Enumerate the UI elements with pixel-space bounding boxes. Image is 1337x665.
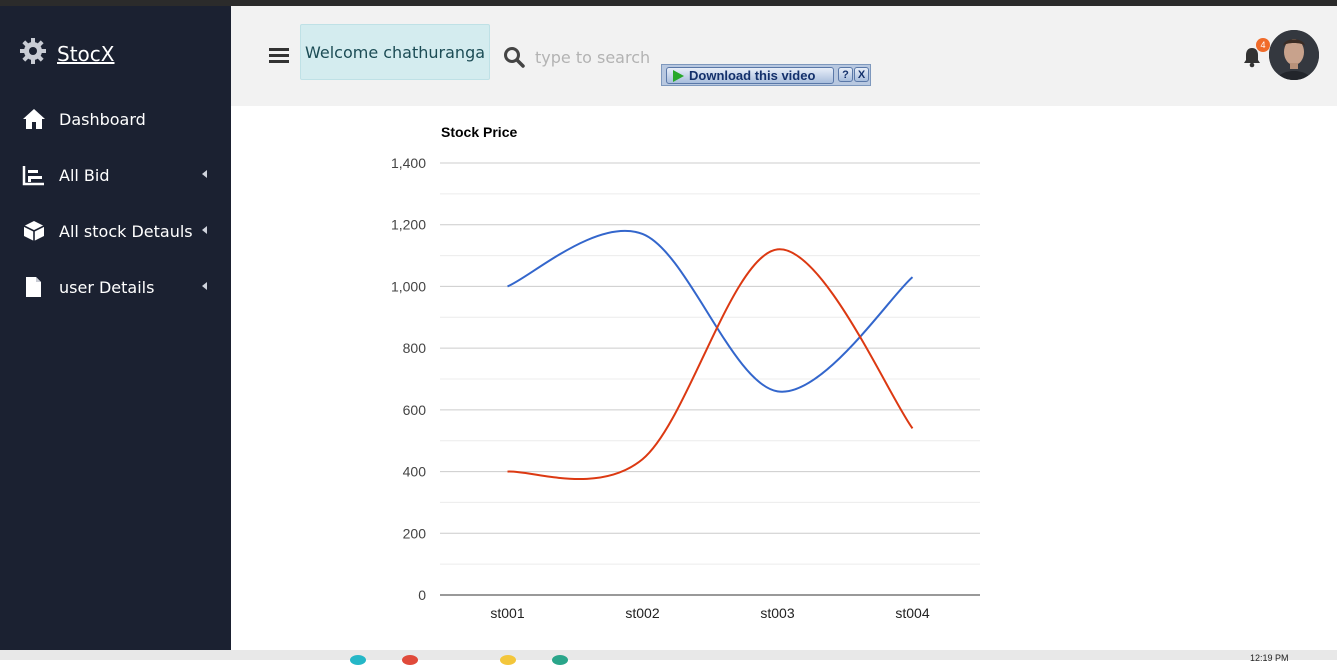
bar-chart-icon	[22, 164, 46, 186]
download-video-label: Download this video	[689, 68, 816, 83]
y-tick-label: 1,200	[391, 217, 426, 233]
x-tick-label: st002	[625, 605, 659, 621]
y-tick-label: 800	[403, 340, 427, 356]
caret-left-icon	[202, 226, 207, 234]
y-tick-label: 1,400	[391, 155, 426, 171]
caret-left-icon	[202, 170, 207, 178]
caret-left-icon	[202, 282, 207, 290]
sidebar-item-user-details[interactable]: user Details	[0, 267, 231, 307]
gear-logo-icon	[18, 36, 48, 71]
play-icon	[673, 69, 684, 82]
home-icon	[22, 108, 46, 130]
box-icon	[22, 220, 46, 242]
sidebar-item-label: user Details	[59, 278, 155, 297]
search-icon[interactable]	[503, 46, 525, 68]
close-button[interactable]: X	[854, 67, 869, 82]
x-tick-label: st001	[490, 605, 524, 621]
series-line-2	[507, 248, 914, 480]
hamburger-menu-icon[interactable]	[269, 48, 289, 66]
app-icon[interactable]	[552, 655, 568, 665]
welcome-message: Welcome chathuranga	[300, 24, 490, 80]
user-avatar[interactable]	[1269, 30, 1319, 80]
y-tick-label: 200	[403, 525, 427, 541]
clock-time: 12:19 PM	[1250, 653, 1289, 663]
top-header: Welcome chathuranga 4	[231, 6, 1337, 106]
sidebar-item-label: Dashboard	[59, 110, 146, 129]
sidebar: StocX Dashboard All Bid All stock Detaul…	[0, 6, 231, 650]
y-tick-label: 0	[418, 587, 426, 603]
download-video-button[interactable]: Download this video	[666, 67, 834, 84]
x-tick-label: st004	[895, 605, 929, 621]
sidebar-item-dashboard[interactable]: Dashboard	[0, 99, 231, 139]
x-tick-label: st003	[760, 605, 794, 621]
y-tick-label: 600	[403, 402, 427, 418]
download-video-toolbar: Download this video ? X	[661, 64, 871, 86]
taskbar: 12:19 PM	[0, 650, 1337, 665]
brand[interactable]: StocX	[18, 36, 114, 71]
file-icon	[22, 276, 46, 298]
chart-plot: 0 200 400 600 800 1,000 1,200 1,400 st001 st002 st…	[391, 155, 980, 621]
brand-name[interactable]: StocX	[57, 42, 114, 66]
stock-price-chart: Stock Price 0 200 400 600 800 1,000 1,200 1,400…	[380, 115, 1000, 635]
browser-icon[interactable]	[402, 655, 418, 665]
sidebar-item-label: All Bid	[59, 166, 110, 185]
help-button[interactable]: ?	[838, 67, 853, 82]
sidebar-item-label: All stock Detauls	[59, 222, 193, 241]
folder-icon[interactable]	[500, 655, 516, 665]
series-line-1	[507, 230, 914, 393]
sidebar-item-all-bid[interactable]: All Bid	[0, 155, 231, 195]
app-icon[interactable]	[350, 655, 366, 665]
y-tick-label: 400	[403, 464, 427, 480]
notification-badge: 4	[1256, 38, 1270, 52]
sidebar-item-all-stock-details[interactable]: All stock Detauls	[0, 211, 231, 251]
y-tick-label: 1,000	[391, 278, 426, 294]
